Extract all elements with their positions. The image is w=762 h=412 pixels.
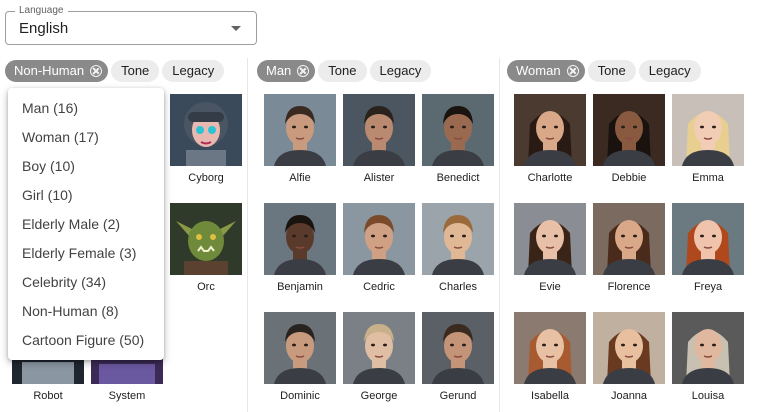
voice-card[interactable]: Freya bbox=[671, 203, 745, 293]
man-portrait bbox=[343, 312, 415, 384]
man-portrait bbox=[422, 203, 494, 275]
voice-name: Isabella bbox=[531, 390, 569, 402]
chip-selected-category[interactable]: Man bbox=[257, 60, 316, 82]
voice-card[interactable]: Alfie bbox=[263, 94, 337, 184]
menu-item[interactable]: Woman (17) bbox=[8, 123, 164, 152]
man-portrait bbox=[264, 312, 336, 384]
voice-name: Alfie bbox=[289, 172, 311, 184]
woman-portrait bbox=[514, 94, 586, 166]
woman-portrait bbox=[672, 203, 744, 275]
voice-card[interactable]: Isabella bbox=[513, 312, 587, 402]
column-divider bbox=[499, 58, 500, 412]
chip-tone[interactable]: Tone bbox=[587, 60, 636, 82]
woman-portrait bbox=[593, 94, 665, 166]
voice-card[interactable]: Gerund bbox=[421, 312, 495, 402]
voice-card[interactable]: Florence bbox=[592, 203, 666, 293]
woman-portrait bbox=[514, 203, 586, 275]
close-circle-icon[interactable] bbox=[566, 65, 579, 77]
language-label: Language bbox=[15, 5, 68, 17]
filter-chips: Non-Human Tone Legacy bbox=[5, 60, 227, 84]
voice-name: Florence bbox=[607, 281, 651, 293]
menu-item[interactable]: Boy (10) bbox=[8, 152, 164, 181]
man-portrait bbox=[264, 94, 336, 166]
voice-card[interactable]: Debbie bbox=[592, 94, 666, 184]
voice-name: Orc bbox=[197, 281, 215, 293]
voice-card[interactable]: Charlotte bbox=[513, 94, 587, 184]
voice-card[interactable]: Joanna bbox=[592, 312, 666, 402]
voice-name: System bbox=[108, 390, 146, 402]
chip-legacy[interactable]: Legacy bbox=[369, 60, 432, 82]
woman-portrait bbox=[593, 203, 665, 275]
voice-name: Emma bbox=[692, 172, 724, 184]
category-menu: Man (16) Woman (17) Boy (10) Girl (10) E… bbox=[8, 88, 164, 360]
voice-card[interactable]: Benedict bbox=[421, 94, 495, 184]
man-portrait bbox=[343, 94, 415, 166]
chip-label: Man bbox=[266, 63, 292, 78]
close-circle-icon[interactable] bbox=[90, 65, 103, 77]
voice-name: George bbox=[360, 390, 398, 402]
woman-portrait bbox=[514, 312, 586, 384]
man-portrait bbox=[422, 94, 494, 166]
voice-card[interactable]: Charles bbox=[421, 203, 495, 293]
language-value: English bbox=[19, 20, 69, 37]
voice-card[interactable]: George bbox=[342, 312, 416, 402]
voice-name: Gerund bbox=[439, 390, 477, 402]
orc-portrait bbox=[170, 203, 242, 275]
woman-portrait bbox=[672, 94, 744, 166]
chip-selected-category[interactable]: Woman bbox=[507, 60, 585, 82]
voice-card[interactable]: Alister bbox=[342, 94, 416, 184]
column-divider bbox=[247, 58, 248, 412]
filter-chips: Woman Tone Legacy bbox=[507, 60, 704, 84]
voice-name: Charles bbox=[439, 281, 477, 293]
voice-card[interactable]: Cedric bbox=[342, 203, 416, 293]
voice-name: Dominic bbox=[280, 390, 320, 402]
voice-card[interactable]: Orc bbox=[169, 203, 243, 293]
close-circle-icon[interactable] bbox=[297, 65, 310, 77]
menu-item[interactable]: Elderly Female (3) bbox=[8, 239, 164, 268]
voice-name: Evie bbox=[539, 281, 561, 293]
voice-name: Benjamin bbox=[277, 281, 323, 293]
man-portrait bbox=[422, 312, 494, 384]
voice-name: Debbie bbox=[611, 172, 647, 184]
man-portrait bbox=[264, 203, 336, 275]
voice-card[interactable]: Louisa bbox=[671, 312, 745, 402]
voice-card[interactable]: Dominic bbox=[263, 312, 337, 402]
voice-name: Benedict bbox=[436, 172, 480, 184]
voice-card[interactable]: Cyborg bbox=[169, 94, 243, 184]
menu-item[interactable]: Non-Human (8) bbox=[8, 297, 164, 326]
voice-name: Robot bbox=[33, 390, 63, 402]
menu-item[interactable]: Girl (10) bbox=[8, 181, 164, 210]
voice-name: Cyborg bbox=[188, 172, 224, 184]
language-select[interactable]: Language English bbox=[5, 5, 257, 45]
woman-portrait bbox=[593, 312, 665, 384]
chip-legacy[interactable]: Legacy bbox=[162, 60, 225, 82]
menu-item[interactable]: Man (16) bbox=[8, 94, 164, 123]
voice-card[interactable]: Emma bbox=[671, 94, 745, 184]
menu-item[interactable]: Cartoon Figure (50) bbox=[8, 326, 164, 355]
chip-label: Non-Human bbox=[14, 63, 85, 78]
man-portrait bbox=[343, 203, 415, 275]
menu-item[interactable]: Elderly Male (2) bbox=[8, 210, 164, 239]
voice-name: Louisa bbox=[691, 390, 725, 402]
woman-portrait bbox=[672, 312, 744, 384]
menu-item[interactable]: Celebrity (34) bbox=[8, 268, 164, 297]
chevron-down-icon bbox=[231, 26, 241, 31]
voice-card[interactable]: Evie bbox=[513, 203, 587, 293]
chip-selected-category[interactable]: Non-Human bbox=[5, 60, 109, 82]
column-woman: Woman Tone Legacy Charlotte Debbie Emma Evie F… bbox=[507, 60, 752, 412]
voice-name: Freya bbox=[693, 281, 723, 293]
voice-name: Charlotte bbox=[527, 172, 573, 184]
chip-tone[interactable]: Tone bbox=[318, 60, 367, 82]
voice-name: Joanna bbox=[610, 390, 648, 402]
column-man: Man Tone Legacy Alfie Alister Benedict Benjam… bbox=[257, 60, 497, 412]
voice-name: Cedric bbox=[363, 281, 395, 293]
chip-legacy[interactable]: Legacy bbox=[638, 60, 701, 82]
cyborg-portrait bbox=[170, 94, 242, 166]
chip-label: Woman bbox=[516, 63, 561, 78]
filter-chips: Man Tone Legacy bbox=[257, 60, 434, 84]
voice-name: Alister bbox=[363, 172, 395, 184]
chip-tone[interactable]: Tone bbox=[111, 60, 160, 82]
voice-card[interactable]: Benjamin bbox=[263, 203, 337, 293]
